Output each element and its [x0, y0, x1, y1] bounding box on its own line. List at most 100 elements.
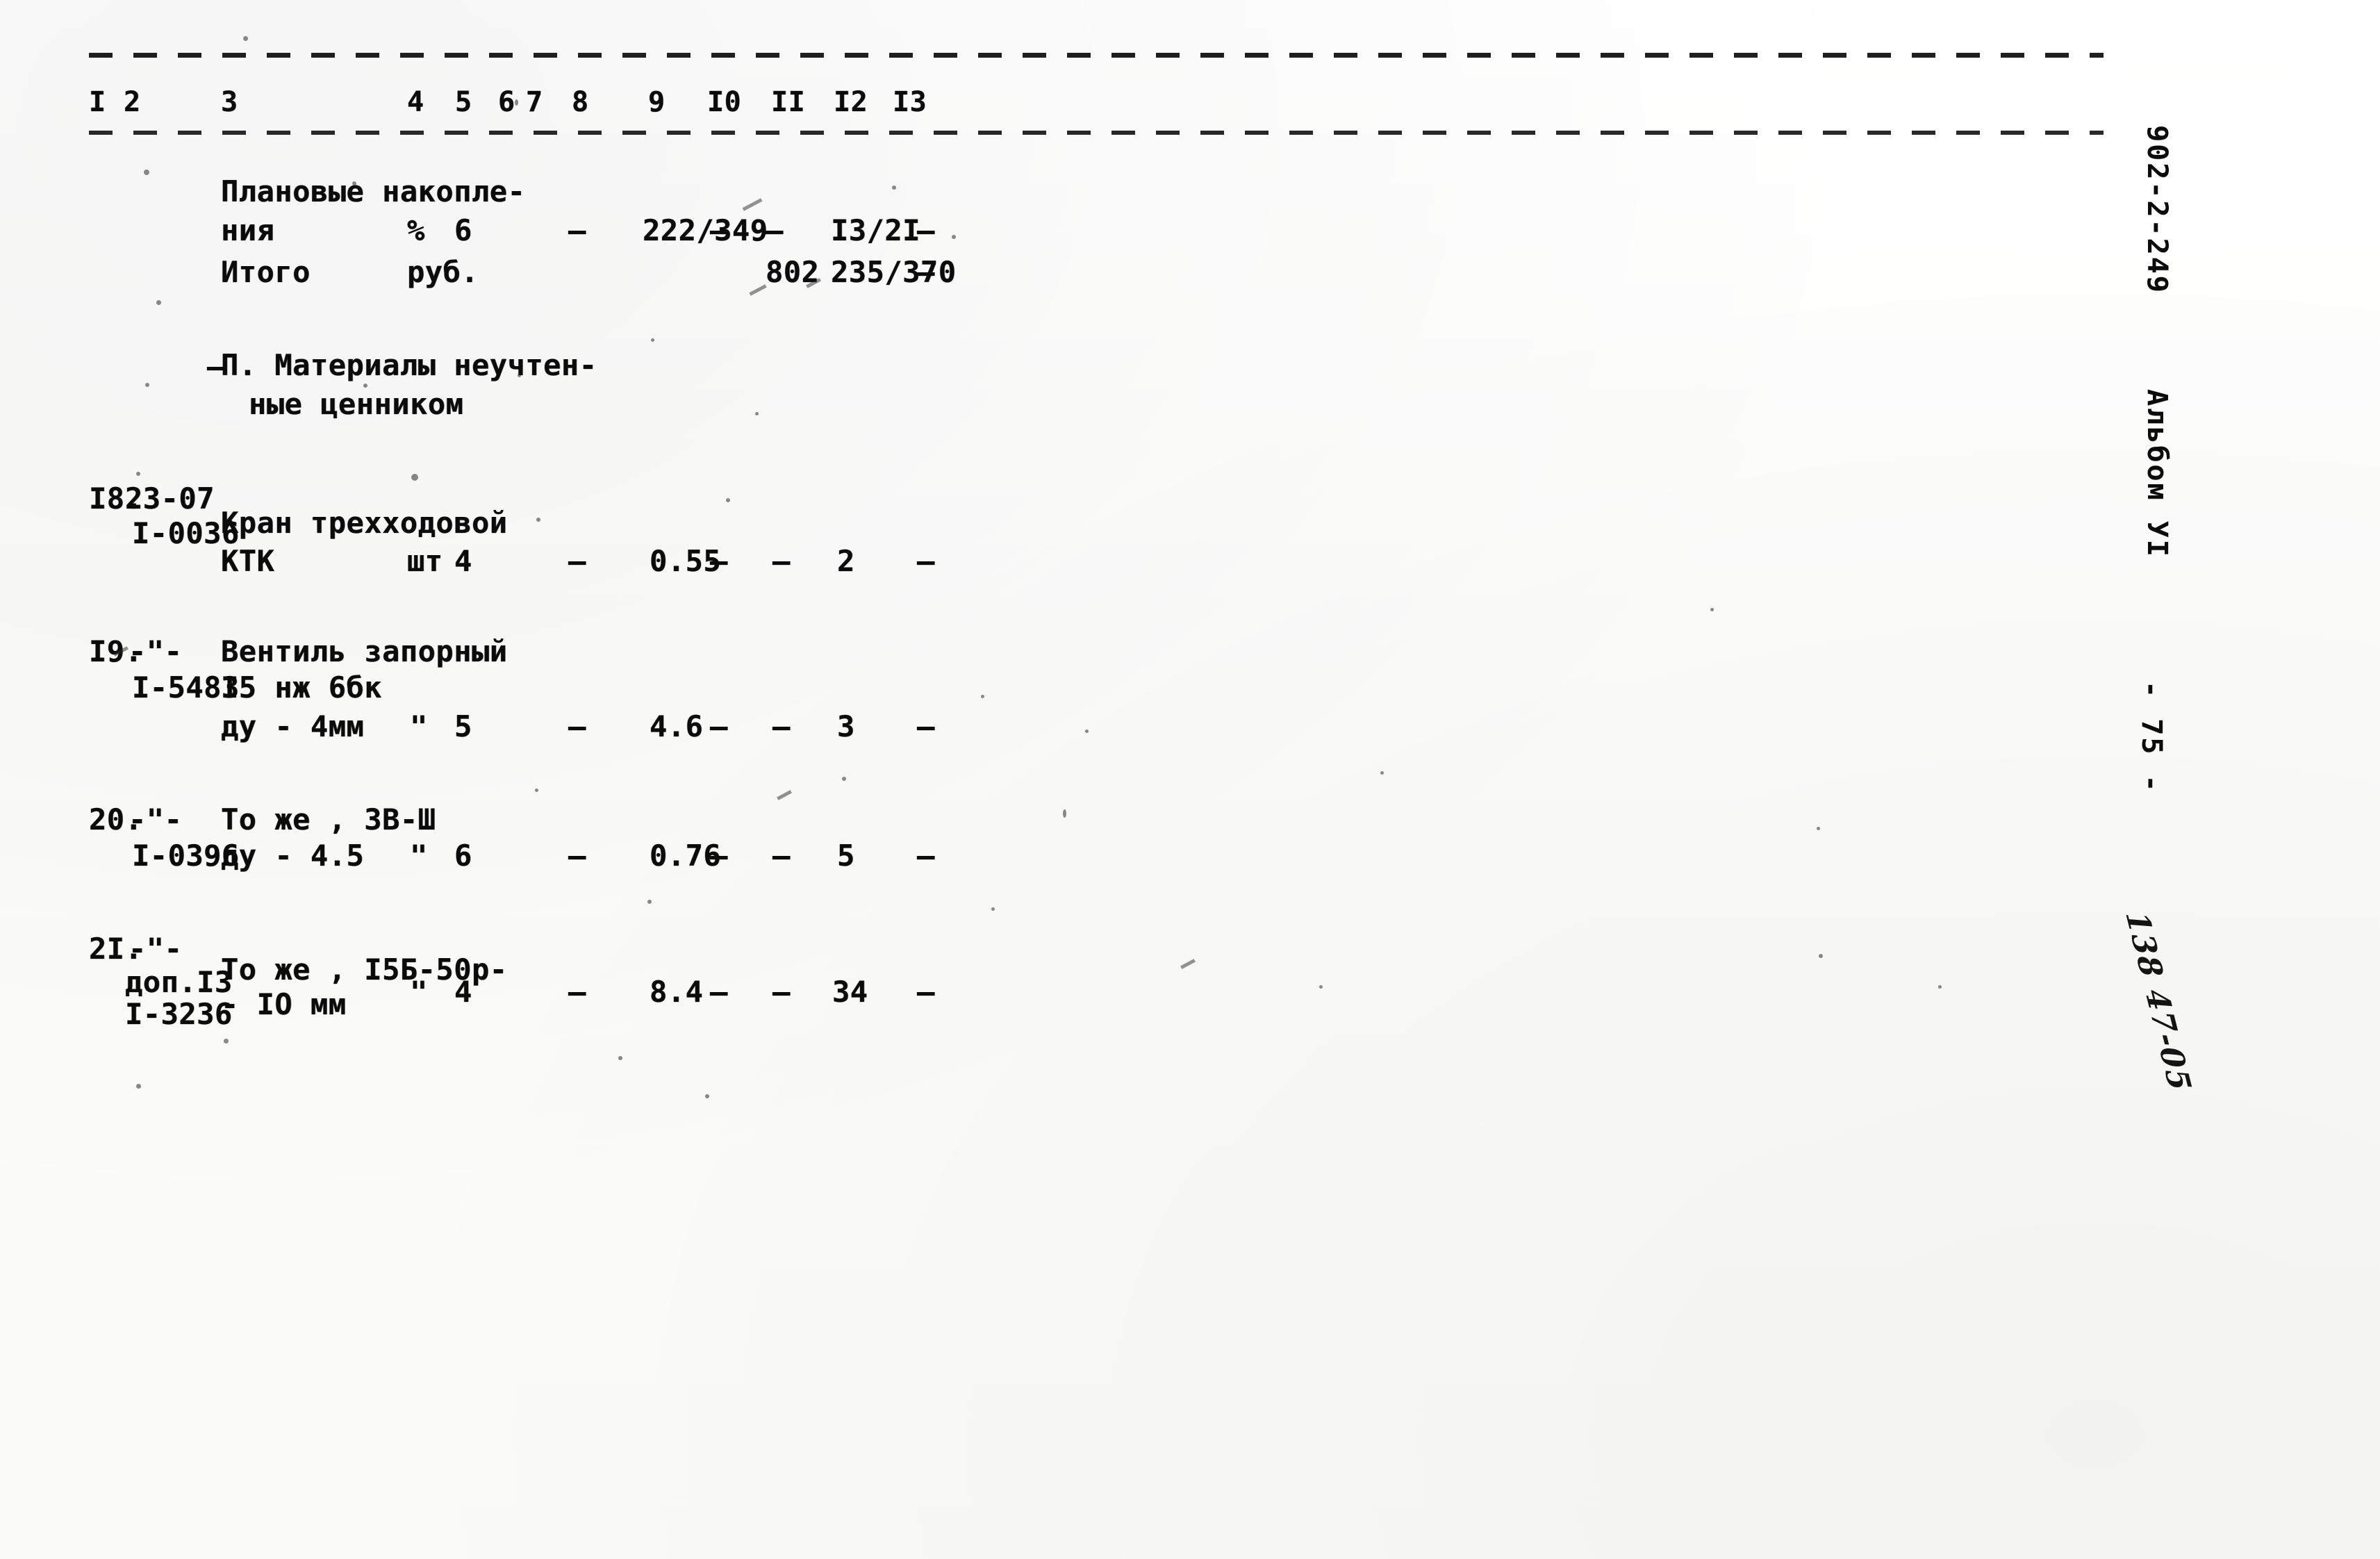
material-row-19-c13: – — [917, 709, 935, 743]
row-total-unit: руб. — [407, 255, 479, 289]
scan-speck — [892, 185, 896, 190]
material-row-21-c10: – — [710, 975, 728, 1009]
scan-speck — [1710, 608, 1714, 611]
scan-speck — [536, 518, 540, 522]
row-planned-savings-c8: – — [568, 213, 586, 247]
material-row-21-unit: " — [410, 975, 428, 1009]
column-number-3: 3 — [221, 86, 238, 118]
material-row-21-c9: 8.4 — [650, 975, 704, 1009]
scan-speck — [1319, 985, 1323, 989]
column-number-5: 5 — [455, 86, 472, 118]
scan-speck — [952, 235, 956, 239]
scan-speck — [352, 181, 356, 185]
row-total-name: Итого — [221, 255, 311, 289]
material-row-18-c10: – — [710, 544, 728, 578]
material-row-21-c11: – — [772, 975, 791, 1009]
scan-speck — [842, 777, 846, 781]
margin-handwritten-number: 138 47-05 — [2117, 910, 2199, 1094]
material-row-18-c12: 2 — [837, 544, 855, 578]
scan-speck — [705, 1094, 709, 1098]
column-number-9: 9 — [648, 86, 666, 118]
section-heading-line-2: ные ценником — [249, 387, 464, 421]
material-row-19-name-1: Вентиль запорный — [221, 634, 508, 668]
column-number-7: 7 — [526, 86, 543, 118]
column-number-11: II — [771, 86, 806, 118]
material-row-18-code-1: 23-07 — [125, 481, 215, 515]
column-number-2: 2 — [124, 86, 141, 118]
material-row-19-unit: " — [410, 709, 428, 743]
material-row-19-c9: 4.6 — [650, 709, 704, 743]
scan-speck — [1938, 985, 1942, 989]
scan-speck — [1085, 729, 1089, 733]
scan-speck — [981, 695, 984, 698]
material-row-19-c10: – — [710, 709, 728, 743]
scanned-page: I 2 3 4 5 6 7 8 9 I0 II I2 I3 Плановые н… — [0, 0, 2380, 1559]
material-row-20-code-1: -"- — [129, 802, 183, 836]
material-row-21-code-3: I-3236 — [125, 997, 233, 1031]
row-total-c13: – — [917, 255, 935, 289]
scan-speck — [1063, 809, 1066, 818]
scan-speck — [647, 900, 652, 904]
row-planned-savings-c12: I3/2I — [831, 213, 920, 247]
scan-speck — [136, 1084, 141, 1089]
column-number-10: I0 — [707, 86, 742, 118]
material-row-21-c13: – — [917, 975, 935, 1009]
material-row-21-name-2: - IO мм — [221, 987, 347, 1021]
row-planned-savings-unit: % — [407, 213, 425, 247]
row-planned-savings-c13: – — [917, 213, 935, 247]
paper-texture — [0, 0, 2380, 1559]
scan-speck — [515, 99, 518, 106]
scan-speck — [535, 789, 538, 792]
material-row-20-c13: – — [917, 839, 935, 873]
material-row-19-name-3: ду - 4мм — [221, 709, 365, 743]
material-row-20-c10: – — [710, 839, 728, 873]
margin-album: Альбом УI — [2141, 389, 2173, 559]
material-row-19-c12: 3 — [837, 709, 855, 743]
scan-speck — [777, 790, 792, 800]
section-heading-line-1: П. Материалы неучтен- — [221, 348, 597, 382]
material-row-21-c5: 4 — [454, 975, 472, 1009]
material-row-20-c5: 6 — [454, 839, 472, 873]
material-row-19-c11: – — [772, 709, 791, 743]
material-row-20-c8: – — [568, 839, 586, 873]
scan-speck — [651, 338, 654, 342]
column-number-13: I3 — [893, 86, 927, 118]
row-planned-savings-c11: – — [766, 213, 784, 247]
scan-speck — [411, 474, 418, 481]
material-row-20-unit: " — [410, 839, 428, 873]
scan-speck — [1380, 771, 1384, 775]
row-planned-savings-name-line-1: Плановые накопле- — [221, 174, 526, 208]
column-number-4: 4 — [407, 86, 424, 118]
scan-speck — [726, 498, 730, 502]
material-row-21-c8: – — [568, 975, 586, 1009]
margin-doc-code: 902-2-249 — [2141, 125, 2173, 295]
material-row-21-c12: 34 — [832, 975, 868, 1009]
material-row-20-name-2: ду - 4.5 — [221, 839, 365, 873]
material-row-19-code-1: -"- — [129, 634, 183, 668]
scan-speck — [1819, 954, 1823, 958]
material-row-20-name-1: То же , 3В-Ш — [221, 802, 436, 836]
column-number-12: I2 — [834, 86, 868, 118]
scan-speck — [1817, 827, 1820, 830]
scan-speck — [145, 383, 149, 387]
material-row-18-c5: 4 — [454, 544, 472, 578]
material-row-18-name-2: КТК — [221, 544, 275, 578]
material-row-19-c5: 5 — [454, 709, 472, 743]
material-row-18-name-1: Кран трехходовой — [221, 506, 508, 540]
material-row-18-c11: – — [772, 544, 791, 578]
scan-speck — [755, 412, 759, 415]
row-planned-savings-name-line-2: ния — [221, 213, 275, 247]
column-number-6: 6 — [498, 86, 515, 118]
column-number-1: I — [89, 86, 106, 118]
scan-speck — [363, 383, 367, 388]
row-planned-savings-c5: 6 — [454, 213, 472, 247]
header-rule-top — [89, 53, 2104, 58]
material-row-18-c13: – — [917, 544, 935, 578]
scan-speck — [224, 1039, 229, 1044]
scan-speck — [742, 198, 763, 211]
material-row-18-c8: – — [568, 544, 586, 578]
scan-speck — [618, 1056, 622, 1060]
material-row-19-name-2: I5 нж 6бк — [221, 670, 383, 704]
material-row-20-c11: – — [772, 839, 791, 873]
scan-speck — [1180, 959, 1196, 969]
